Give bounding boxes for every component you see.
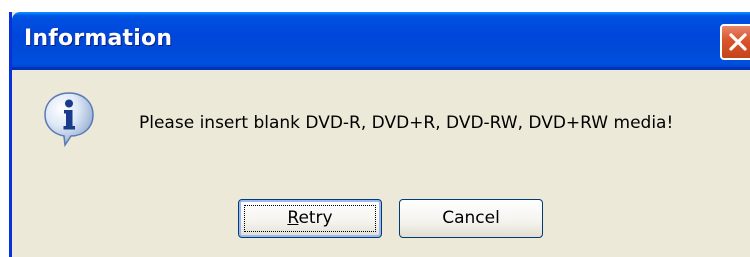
window-title: Information — [24, 26, 173, 51]
titlebar[interactable]: Information — [12, 12, 750, 70]
retry-button-label: Retry — [287, 208, 332, 228]
close-button[interactable] — [720, 24, 750, 60]
dialog-body: Please insert blank DVD-R, DVD+R, DVD-RW… — [12, 70, 750, 257]
retry-accelerator: R — [287, 208, 299, 228]
cancel-button[interactable]: Cancel — [399, 199, 543, 238]
information-dialog: Information Please insert blank DVD-R, D… — [9, 12, 750, 257]
information-icon — [44, 92, 94, 147]
close-icon — [729, 33, 747, 51]
retry-label-rest: etry — [298, 208, 333, 228]
retry-button[interactable]: Retry — [238, 199, 382, 238]
message-text: Please insert blank DVD-R, DVD+R, DVD-RW… — [139, 113, 674, 133]
